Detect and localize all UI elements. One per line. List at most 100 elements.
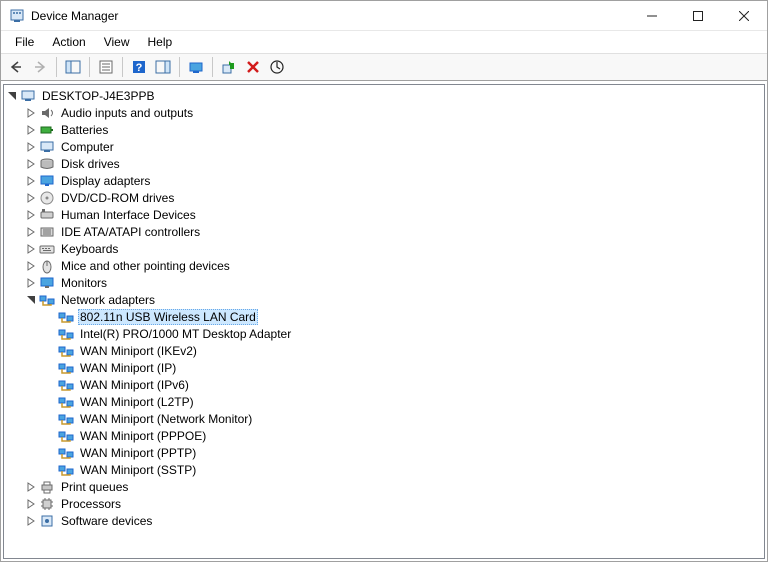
expand-icon[interactable]: [23, 139, 39, 155]
svg-text:?: ?: [136, 62, 143, 74]
menu-view[interactable]: View: [96, 33, 138, 51]
tree-device[interactable]: WAN Miniport (L2TP): [4, 393, 764, 410]
tree-item-label: WAN Miniport (Network Monitor): [78, 412, 254, 426]
tree-item-label: DVD/CD-ROM drives: [59, 191, 176, 205]
expand-icon[interactable]: [23, 241, 39, 257]
show-hide-action-pane-button[interactable]: [152, 56, 174, 78]
device-tree[interactable]: DESKTOP-J4E3PPB Audio inputs and outputs B…: [3, 84, 765, 559]
show-hide-console-tree-button[interactable]: [62, 56, 84, 78]
title-bar: Device Manager: [1, 1, 767, 31]
tree-item-label: Processors: [59, 497, 123, 511]
minimize-button[interactable]: [629, 1, 675, 30]
tree-category[interactable]: Monitors: [4, 274, 764, 291]
tree-category[interactable]: Print queues: [4, 478, 764, 495]
help-button[interactable]: ?: [128, 56, 150, 78]
enable-device-button[interactable]: [218, 56, 240, 78]
speaker-icon: [39, 105, 55, 121]
tree-category[interactable]: Software devices: [4, 512, 764, 529]
expand-icon[interactable]: [23, 496, 39, 512]
scan-hardware-button[interactable]: [266, 56, 288, 78]
tree-category[interactable]: Disk drives: [4, 155, 764, 172]
tree-device[interactable]: 802.11n USB Wireless LAN Card: [4, 308, 764, 325]
tree-category[interactable]: IDE ATA/ATAPI controllers: [4, 223, 764, 240]
menu-file[interactable]: File: [7, 33, 42, 51]
expand-icon[interactable]: [23, 275, 39, 291]
tree-device[interactable]: WAN Miniport (PPTP): [4, 444, 764, 461]
collapse-icon[interactable]: [4, 88, 20, 104]
close-button[interactable]: [721, 1, 767, 30]
tree-category[interactable]: Keyboards: [4, 240, 764, 257]
update-driver-button[interactable]: [185, 56, 207, 78]
battery-icon: [39, 122, 55, 138]
hid-icon: [39, 207, 55, 223]
expand-icon[interactable]: [23, 207, 39, 223]
expand-icon[interactable]: [23, 513, 39, 529]
collapse-icon[interactable]: [23, 292, 39, 308]
tree-category[interactable]: Network adapters: [4, 291, 764, 308]
network-icon: [39, 292, 55, 308]
tree-item-label: Batteries: [59, 123, 110, 137]
toolbar-separator: [212, 57, 213, 77]
tree-item-label: Software devices: [59, 514, 154, 528]
menu-action[interactable]: Action: [44, 33, 93, 51]
tree-category[interactable]: Mice and other pointing devices: [4, 257, 764, 274]
tree-item-label: WAN Miniport (IKEv2): [78, 344, 199, 358]
expand-icon[interactable]: [23, 105, 39, 121]
ide-icon: [39, 224, 55, 240]
keyboard-icon: [39, 241, 55, 257]
back-button[interactable]: [5, 56, 27, 78]
app-icon: [9, 8, 25, 24]
tree-category[interactable]: Display adapters: [4, 172, 764, 189]
toolbar: ?: [1, 53, 767, 81]
tree-device[interactable]: WAN Miniport (SSTP): [4, 461, 764, 478]
tree-item-label: Computer: [59, 140, 116, 154]
tree-item-label: 802.11n USB Wireless LAN Card: [78, 309, 258, 325]
tree-item-label: WAN Miniport (PPPOE): [78, 429, 208, 443]
disk-icon: [39, 156, 55, 172]
computer-icon: [20, 88, 36, 104]
expand-icon[interactable]: [23, 156, 39, 172]
tree-item-label: Intel(R) PRO/1000 MT Desktop Adapter: [78, 327, 293, 341]
tree-category[interactable]: Human Interface Devices: [4, 206, 764, 223]
expand-icon[interactable]: [23, 479, 39, 495]
expand-icon[interactable]: [23, 190, 39, 206]
tree-device[interactable]: WAN Miniport (IPv6): [4, 376, 764, 393]
tree-item-label: Mice and other pointing devices: [59, 259, 232, 273]
toolbar-separator: [122, 57, 123, 77]
software-icon: [39, 513, 55, 529]
window-title: Device Manager: [31, 9, 629, 23]
expand-icon[interactable]: [23, 258, 39, 274]
menu-help[interactable]: Help: [140, 33, 181, 51]
tree-device[interactable]: WAN Miniport (IP): [4, 359, 764, 376]
tree-device[interactable]: Intel(R) PRO/1000 MT Desktop Adapter: [4, 325, 764, 342]
expand-icon[interactable]: [23, 224, 39, 240]
tree-item-label: Disk drives: [59, 157, 122, 171]
network-icon: [58, 462, 74, 478]
tree-item-label: WAN Miniport (IPv6): [78, 378, 191, 392]
tree-category[interactable]: DVD/CD-ROM drives: [4, 189, 764, 206]
printer-icon: [39, 479, 55, 495]
tree-device[interactable]: WAN Miniport (PPPOE): [4, 427, 764, 444]
tree-category[interactable]: Computer: [4, 138, 764, 155]
tree-item-label: Display adapters: [59, 174, 152, 188]
maximize-button[interactable]: [675, 1, 721, 30]
tree-root[interactable]: DESKTOP-J4E3PPB: [4, 87, 764, 104]
tree-device[interactable]: WAN Miniport (Network Monitor): [4, 410, 764, 427]
tree-device[interactable]: WAN Miniport (IKEv2): [4, 342, 764, 359]
properties-button[interactable]: [95, 56, 117, 78]
toolbar-separator: [179, 57, 180, 77]
tree-category[interactable]: Audio inputs and outputs: [4, 104, 764, 121]
tree-item-label: Audio inputs and outputs: [59, 106, 195, 120]
network-icon: [58, 326, 74, 342]
tree-item-label: DESKTOP-J4E3PPB: [40, 89, 157, 103]
expand-icon[interactable]: [23, 122, 39, 138]
tree-category[interactable]: Processors: [4, 495, 764, 512]
uninstall-device-button[interactable]: [242, 56, 264, 78]
forward-button[interactable]: [29, 56, 51, 78]
tree-category[interactable]: Batteries: [4, 121, 764, 138]
cdrom-icon: [39, 190, 55, 206]
expand-icon[interactable]: [23, 173, 39, 189]
toolbar-separator: [56, 57, 57, 77]
tree-item-label: WAN Miniport (L2TP): [78, 395, 196, 409]
tree-item-label: Human Interface Devices: [59, 208, 198, 222]
